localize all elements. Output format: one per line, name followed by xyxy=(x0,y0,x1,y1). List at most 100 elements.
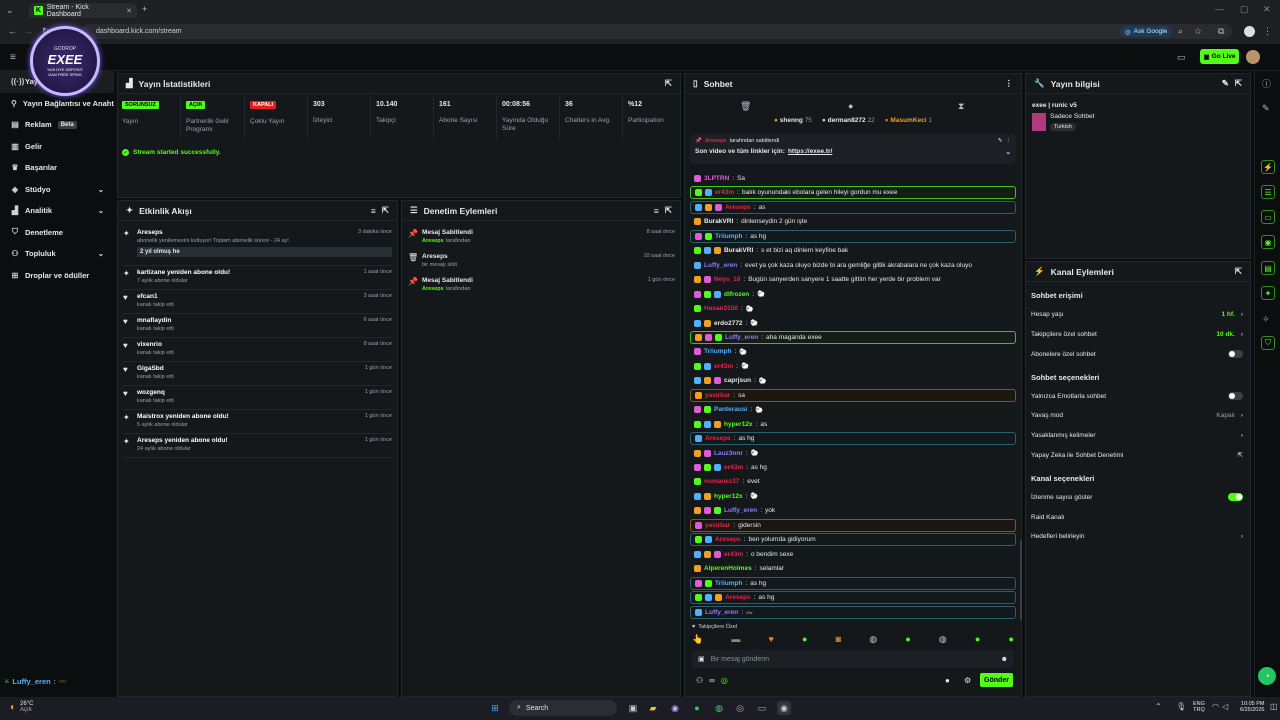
activity-item[interactable]: ✦ Maistrox yeniden abone oldu! 5 aylık abo… xyxy=(123,413,392,434)
activity-item[interactable]: ♥ GigaSbd kanalı takip etti 1 gün önce xyxy=(123,365,392,386)
profile-avatar[interactable] xyxy=(1244,26,1255,37)
chat-username[interactable]: Panterausi xyxy=(714,406,747,413)
chat-username[interactable]: Luffy_eren xyxy=(724,507,757,514)
emote-2-icon[interactable]: ▬ xyxy=(731,634,740,646)
volume-icon[interactable]: ◁ xyxy=(1222,702,1228,711)
chat-message[interactable]: Luffy_eren: 〰 xyxy=(690,605,1016,619)
chat-username[interactable]: AlperenHolmes xyxy=(704,565,752,572)
chat-message[interactable]: Lauz3nnr: 🐑 xyxy=(690,447,1016,460)
chat-username[interactable]: Areseps xyxy=(705,435,731,442)
activity-item[interactable]: ✦ Areseps abonelik yenilemesini kutluyor! … xyxy=(123,229,392,266)
chat-username[interactable]: numanez37 xyxy=(704,478,739,485)
activity-item[interactable]: ♥ wozgenq kanalı takip etti 1 gün önce xyxy=(123,389,392,410)
chat-username[interactable]: yasirbar xyxy=(705,522,730,529)
chat-username[interactable]: Triiumph xyxy=(715,580,742,587)
chat-message[interactable]: caprjsun: 🐑 xyxy=(690,374,1016,387)
activity-item[interactable]: ♥ efcan1 kanalı takip etti 3 saat önce xyxy=(123,293,392,314)
sidebar-item-moderation[interactable]: ⛉ Denetleme xyxy=(0,222,114,244)
activity-item[interactable]: ♥ mnafiaydin kanalı takip etti 6 saat önce xyxy=(123,317,392,338)
chat-message[interactable]: BurakVRI: dinlenseydin 2 gün işte xyxy=(690,215,1016,228)
chat-message[interactable]: er43m: o bendim sexe xyxy=(690,548,1016,561)
wrench-icon[interactable]: ✦ xyxy=(1261,286,1275,300)
activity-item[interactable]: ♥ vixenrio kanalı takip etti 8 saat önce xyxy=(123,341,392,362)
ai-moderation-setting[interactable]: Yapay Zeka ile Sohbet Denetimi ⇱ xyxy=(1031,448,1243,462)
close-window-icon[interactable]: ✕ xyxy=(1263,4,1271,15)
activity-item[interactable]: ✦ Areseps yeniden abone oldu! 24 aylık abo… xyxy=(123,437,392,458)
new-tab-icon[interactable]: + xyxy=(142,4,147,14)
chat-message[interactable]: er43m: balık oyunundaki ebolara gelen hil… xyxy=(690,186,1016,200)
file-explorer-icon[interactable]: ▰ xyxy=(646,701,660,715)
theater-mode-icon[interactable]: ▭ xyxy=(1177,52,1186,63)
category-name[interactable]: Sadece Sohbet xyxy=(1050,113,1094,120)
chrome-icon[interactable]: ◍ xyxy=(712,701,726,715)
sidebar-item-achievements[interactable]: ♛ Başarılar xyxy=(0,157,114,179)
chat-message[interactable]: yasirbar: sa xyxy=(690,388,1016,402)
stats-icon[interactable]: ▤ xyxy=(1261,261,1275,275)
popout-icon[interactable]: ⇱ xyxy=(1235,266,1242,277)
chat-username[interactable]: er43m xyxy=(724,551,743,558)
send-button[interactable]: Gönder xyxy=(980,673,1013,687)
sidebar-item-community[interactable]: ⚇ Topluluk ⌄ xyxy=(0,243,114,265)
task-view-icon[interactable]: ▣ xyxy=(626,701,640,715)
tab-list-icon[interactable]: ⌄ xyxy=(6,5,14,16)
go-live-button[interactable]: ▣ Go Live xyxy=(1200,49,1239,64)
more-options-icon[interactable]: ⋮ xyxy=(1006,138,1012,144)
sidebar-item-stream-key[interactable]: ⚲ Yayın Bağlantısı ve Anahtarı xyxy=(0,93,114,115)
emote-10-icon[interactable]: ● xyxy=(1008,634,1013,646)
status-dot-icon[interactable]: ◎ xyxy=(721,676,728,685)
chat-message[interactable]: Triiumph: as hg xyxy=(690,229,1016,243)
address-bar[interactable]: dashboard.kick.com/stream xyxy=(82,24,1232,39)
chat-message[interactable]: er43m: 🐑 xyxy=(690,360,1016,373)
terminal-icon[interactable]: ▭ xyxy=(755,701,769,715)
wifi-icon[interactable]: ◠ xyxy=(1212,702,1219,711)
more-options-icon[interactable]: ⋮ xyxy=(1005,78,1014,89)
emote-6-icon[interactable]: ◍ xyxy=(869,634,877,646)
shield-icon[interactable]: ⛉ xyxy=(1261,336,1275,350)
hamburger-menu-icon[interactable]: ≡ xyxy=(10,52,16,63)
chat-username[interactable]: Luffy_eren xyxy=(705,609,738,616)
chat-username[interactable]: Areseps xyxy=(725,204,751,211)
chat-message[interactable]: hyper12x: as xyxy=(690,418,1016,431)
maximize-icon[interactable]: ▢ xyxy=(1240,4,1249,15)
popout-icon[interactable]: ⇱ xyxy=(382,205,389,216)
browser-menu-icon[interactable]: ⋮ xyxy=(1263,26,1272,37)
chat-input[interactable]: ▣ Bir mesaj gönderin ☻ xyxy=(692,650,1014,668)
chat-message[interactable]: Areseps: ben yolumda gidiyorum xyxy=(690,533,1016,547)
chat-message[interactable]: Areseps: as xyxy=(690,200,1016,214)
chevron-down-icon[interactable]: ⌄ xyxy=(1006,148,1011,156)
chat-message[interactable]: dlfrozen: 🐑 xyxy=(690,288,1016,301)
ask-google-button[interactable]: ◎ Ask Google xyxy=(1120,26,1173,37)
chat-message[interactable]: Panterausi: 🐑 xyxy=(690,403,1016,416)
chat-message[interactable]: er43m: as hg xyxy=(690,461,1016,474)
support-chat-icon[interactable]: ◔ xyxy=(1258,667,1276,685)
followers-only-setting[interactable]: Takipçilere özel sohbet 10 dk. › xyxy=(1031,327,1243,341)
chat-username[interactable]: Triiumph xyxy=(715,233,742,240)
emote-4-icon[interactable]: ● xyxy=(802,634,807,646)
users-icon[interactable]: ⚇ xyxy=(696,676,703,685)
chat-username[interactable]: hyper12x xyxy=(714,493,743,500)
moderation-item[interactable]: 🗑 Areseps bir mesajı sildi 10 saat önce xyxy=(408,253,675,268)
slow-mode-setting[interactable]: Yavaş mod Kapalı › xyxy=(1031,408,1243,422)
chat-username[interactable]: Luffy_eren xyxy=(725,334,758,341)
broadcast-icon[interactable]: ◉ xyxy=(1261,235,1275,249)
microphone-icon[interactable]: 🎙 xyxy=(1176,702,1186,711)
emote-5-icon[interactable]: ◙ xyxy=(836,634,841,646)
taskbar-search[interactable]: ⌕ Search xyxy=(509,700,617,716)
chat-username[interactable]: Areseps xyxy=(725,594,751,601)
chat-message[interactable]: Areseps: as hg xyxy=(690,591,1016,605)
sidebar-item-ads[interactable]: ▤ Reklam Beta xyxy=(0,114,114,136)
filter-icon[interactable]: ≡ xyxy=(371,206,376,216)
edit-icon[interactable]: ✎ xyxy=(1262,103,1270,114)
goals-setting[interactable]: Hedefleri belirleyin › xyxy=(1031,529,1243,543)
chat-message[interactable]: numanez37: evet xyxy=(690,475,1016,488)
chat-username[interactable]: 3LPTRN xyxy=(704,175,729,182)
close-tab-icon[interactable]: ✕ xyxy=(126,7,132,15)
raid-setting[interactable]: Raid Kanalı xyxy=(1031,510,1243,524)
popout-icon[interactable]: ⇱ xyxy=(665,78,672,89)
windows-start-icon[interactable]: ⊞ xyxy=(488,701,502,715)
chat-username[interactable]: Luffy_eren xyxy=(704,262,737,269)
info-icon[interactable]: ⓘ xyxy=(1262,77,1271,90)
chat-username[interactable]: BurakVRI xyxy=(724,247,753,254)
chat-settings-icon[interactable]: ▣ xyxy=(698,655,705,663)
emote-8-icon[interactable]: ◍ xyxy=(939,634,947,646)
